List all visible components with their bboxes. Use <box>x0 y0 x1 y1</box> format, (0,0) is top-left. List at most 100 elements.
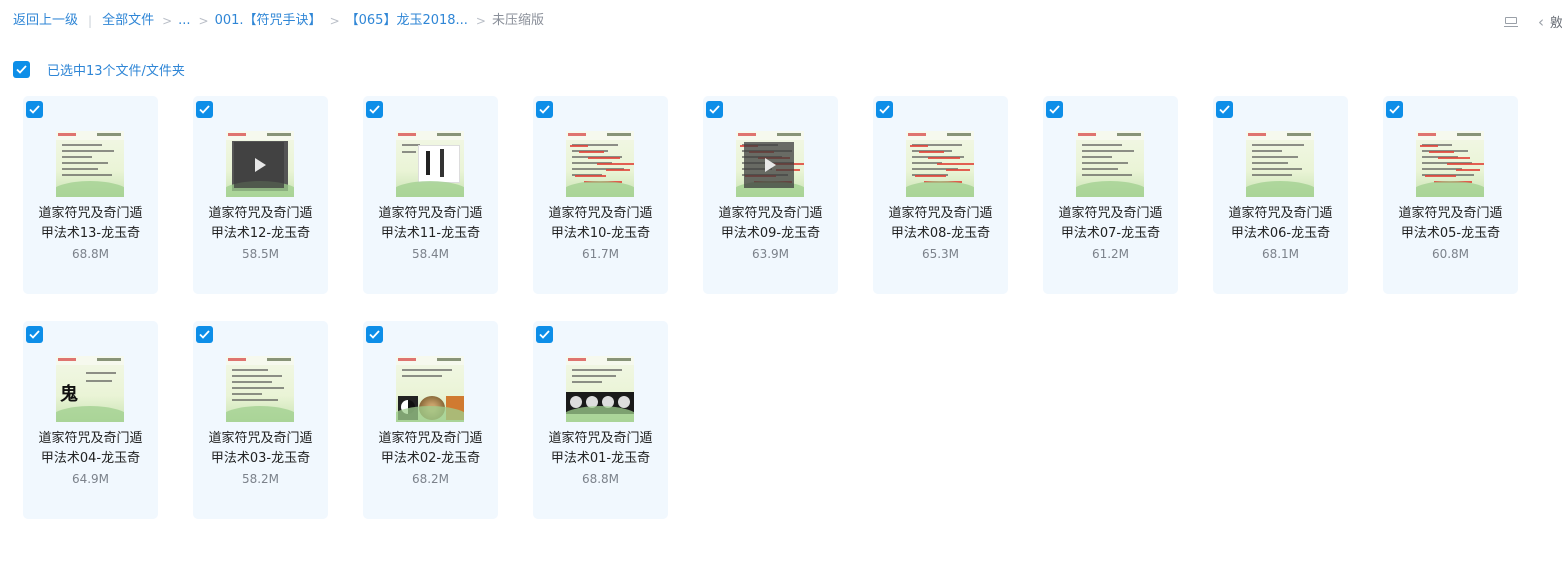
file-card[interactable]: 道家符咒及奇门遁 甲法术09-龙玉奇 63.9M <box>703 96 838 294</box>
file-name-line-2: 甲法术03-龙玉奇 <box>210 451 311 466</box>
file-card[interactable]: 道家符咒及奇门遁 甲法术07-龙玉奇 61.2M <box>1043 96 1178 294</box>
file-name: 道家符咒及奇门遁 甲法术13-龙玉奇 <box>23 204 158 244</box>
file-checkbox[interactable] <box>196 101 213 118</box>
file-name-line-2: 甲法术05-龙玉奇 <box>1400 226 1501 241</box>
selection-row: 已选中13个文件/文件夹 <box>13 60 185 79</box>
file-checkbox[interactable] <box>366 326 383 343</box>
panel-label[interactable]: 敫 <box>1550 12 1562 31</box>
file-card[interactable]: 鬼道家符咒及奇门遁 甲法术04-龙玉奇 64.9M <box>23 321 158 519</box>
check-icon <box>1049 105 1060 114</box>
file-name-line-2: 甲法术06-龙玉奇 <box>1230 226 1331 241</box>
list-view-icon[interactable] <box>1504 16 1518 28</box>
check-icon <box>199 330 210 339</box>
file-name: 道家符咒及奇门遁 甲法术03-龙玉奇 <box>193 429 328 469</box>
file-size: 61.2M <box>1091 247 1130 261</box>
file-size: 65.3M <box>921 247 960 261</box>
file-card[interactable]: 道家符咒及奇门遁 甲法术10-龙玉奇 61.7M <box>533 96 668 294</box>
file-card[interactable]: 道家符咒及奇门遁 甲法术11-龙玉奇 58.4M <box>363 96 498 294</box>
file-card[interactable]: 道家符咒及奇门遁 甲法术06-龙玉奇 68.1M <box>1213 96 1348 294</box>
crumb-all-files[interactable]: 全部文件 <box>102 12 154 30</box>
file-size: 68.1M <box>1261 247 1300 261</box>
file-size: 68.8M <box>581 472 620 486</box>
file-card[interactable]: 道家符咒及奇门遁 甲法术05-龙玉奇 60.8M <box>1383 96 1518 294</box>
check-icon <box>369 105 380 114</box>
file-checkbox[interactable] <box>366 101 383 118</box>
file-name-line-1: 道家符咒及奇门遁 <box>378 431 483 446</box>
crumb-ellipsis[interactable]: ... <box>178 12 190 30</box>
file-name-line-2: 甲法术12-龙玉奇 <box>210 226 311 241</box>
chevron-left-icon[interactable]: ‹ <box>1538 13 1544 31</box>
file-checkbox[interactable] <box>1046 101 1063 118</box>
file-thumbnail <box>226 356 294 422</box>
file-card[interactable]: 道家符咒及奇门遁 甲法术08-龙玉奇 65.3M <box>873 96 1008 294</box>
check-icon <box>29 105 40 114</box>
file-card[interactable]: 道家符咒及奇门遁 甲法术13-龙玉奇 68.8M <box>23 96 158 294</box>
file-checkbox[interactable] <box>26 101 43 118</box>
check-icon <box>16 65 27 74</box>
crumb-folder-1[interactable]: 001.【符咒手诀】 <box>215 12 322 30</box>
file-size: 68.8M <box>71 247 110 261</box>
file-size: 68.2M <box>411 472 450 486</box>
file-name-line-1: 道家符咒及奇门遁 <box>38 431 143 446</box>
file-size: 58.2M <box>241 472 280 486</box>
separator: | <box>88 14 93 28</box>
selection-count-label: 已选中13个文件/文件夹 <box>47 64 185 79</box>
file-checkbox[interactable] <box>536 101 553 118</box>
file-size: 61.7M <box>581 247 620 261</box>
file-size: 58.4M <box>411 247 450 261</box>
file-name-line-2: 甲法术10-龙玉奇 <box>550 226 651 241</box>
file-thumbnail: 鬼 <box>56 356 124 422</box>
file-thumbnail <box>1246 131 1314 197</box>
file-name: 道家符咒及奇门遁 甲法术05-龙玉奇 <box>1383 204 1518 244</box>
file-checkbox[interactable] <box>26 326 43 343</box>
check-icon <box>1219 105 1230 114</box>
file-card[interactable]: 道家符咒及奇门遁 甲法术02-龙玉奇 68.2M <box>363 321 498 519</box>
file-card[interactable]: 道家符咒及奇门遁 甲法术12-龙玉奇 58.5M <box>193 96 328 294</box>
file-name-line-1: 道家符咒及奇门遁 <box>1228 206 1333 221</box>
file-checkbox[interactable] <box>1386 101 1403 118</box>
breadcrumb: 返回上一级 | 全部文件 > ... > 001.【符咒手诀】 > 【065】龙… <box>13 12 544 30</box>
back-link[interactable]: 返回上一级 <box>13 12 78 30</box>
file-name-line-1: 道家符咒及奇门遁 <box>1398 206 1503 221</box>
chevron-right-icon: > <box>329 14 340 28</box>
file-name-line-1: 道家符咒及奇门遁 <box>548 431 653 446</box>
file-checkbox[interactable] <box>196 326 213 343</box>
file-name-line-2: 甲法术13-龙玉奇 <box>40 226 141 241</box>
file-size: 63.9M <box>751 247 790 261</box>
file-name: 道家符咒及奇门遁 甲法术06-龙玉奇 <box>1213 204 1348 244</box>
file-size: 60.8M <box>1431 247 1470 261</box>
file-name-line-1: 道家符咒及奇门遁 <box>1058 206 1163 221</box>
play-icon <box>234 142 284 188</box>
file-checkbox[interactable] <box>706 101 723 118</box>
file-name-line-1: 道家符咒及奇门遁 <box>888 206 993 221</box>
file-name-line-2: 甲法术01-龙玉奇 <box>550 451 651 466</box>
chevron-right-icon: > <box>198 14 209 28</box>
crumb-current: 未压缩版 <box>491 13 544 28</box>
chevron-right-icon: > <box>475 14 486 28</box>
file-name-line-1: 道家符咒及奇门遁 <box>378 206 483 221</box>
file-card[interactable]: 道家符咒及奇门遁 甲法术03-龙玉奇 58.2M <box>193 321 328 519</box>
file-checkbox[interactable] <box>536 326 553 343</box>
file-checkbox[interactable] <box>1216 101 1233 118</box>
file-name-line-1: 道家符咒及奇门遁 <box>208 206 313 221</box>
select-all-checkbox[interactable] <box>13 61 30 78</box>
file-name: 道家符咒及奇门遁 甲法术07-龙玉奇 <box>1043 204 1178 244</box>
file-thumbnail <box>396 356 464 422</box>
check-icon <box>539 105 550 114</box>
breadcrumb-bar: 返回上一级 | 全部文件 > ... > 001.【符咒手诀】 > 【065】龙… <box>0 0 1562 44</box>
chevron-right-icon: > <box>162 14 173 28</box>
crumb-folder-2[interactable]: 【065】龙玉2018... <box>346 12 468 30</box>
file-name: 道家符咒及奇门遁 甲法术10-龙玉奇 <box>533 204 668 244</box>
file-thumbnail <box>906 131 974 197</box>
file-name-line-1: 道家符咒及奇门遁 <box>718 206 823 221</box>
check-icon <box>29 330 40 339</box>
file-name: 道家符咒及奇门遁 甲法术09-龙玉奇 <box>703 204 838 244</box>
file-grid: 道家符咒及奇门遁 甲法术13-龙玉奇 68.8M 道家符咒及奇门遁 甲法术12-龙玉奇 5… <box>23 96 1553 519</box>
file-name-line-2: 甲法术07-龙玉奇 <box>1060 226 1161 241</box>
file-thumbnail <box>566 131 634 197</box>
file-checkbox[interactable] <box>876 101 893 118</box>
file-thumbnail <box>56 131 124 197</box>
file-name: 道家符咒及奇门遁 甲法术11-龙玉奇 <box>363 204 498 244</box>
file-card[interactable]: 道家符咒及奇门遁 甲法术01-龙玉奇 68.8M <box>533 321 668 519</box>
file-name-line-1: 道家符咒及奇门遁 <box>548 206 653 221</box>
